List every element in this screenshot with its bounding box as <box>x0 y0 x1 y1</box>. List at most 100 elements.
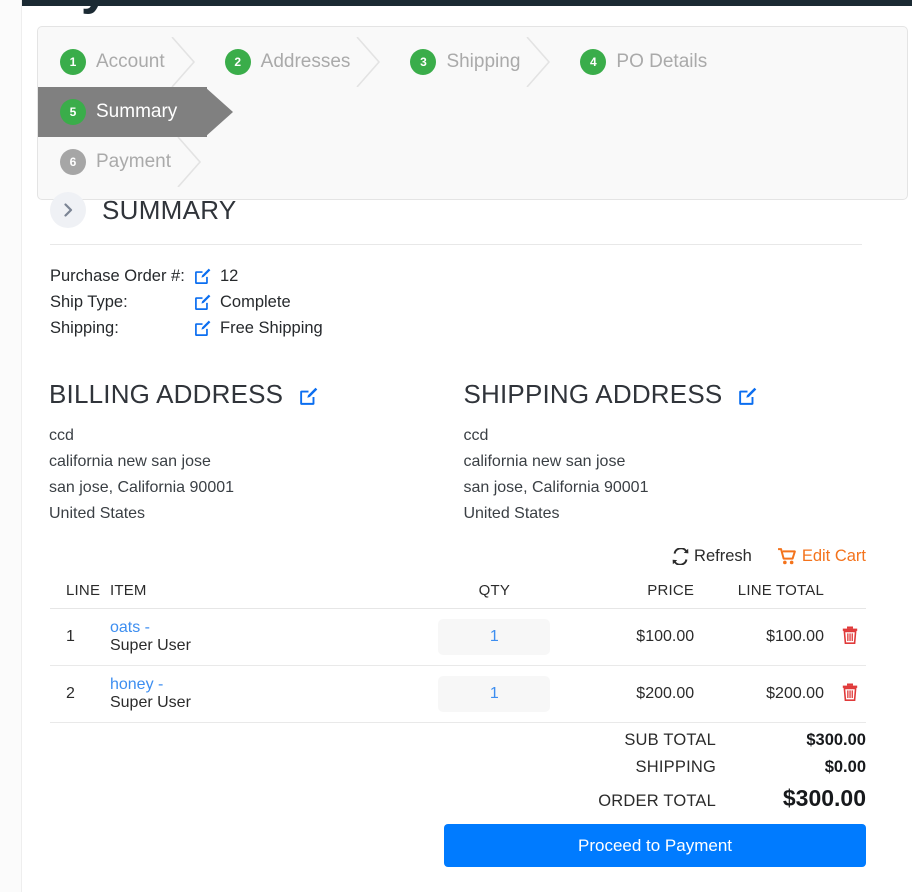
billing-address-lines: ccd california new san jose san jose, Ca… <box>49 423 462 527</box>
shipping-total-label: SHIPPING <box>635 758 716 776</box>
wizard-step-shipping[interactable]: 3 Shipping <box>388 37 554 87</box>
step-active-right-arrow-icon <box>205 87 235 137</box>
quantity-input[interactable]: 1 <box>438 619 551 655</box>
cell-line-number: 1 <box>50 608 110 666</box>
step-label-addresses: Addresses <box>260 51 351 72</box>
total-row-sub-total: SUB TOTAL $300.00 <box>0 731 866 750</box>
cell-qty: 1 <box>419 608 570 666</box>
sub-total-value: $300.00 <box>806 731 866 749</box>
edit-icon[interactable] <box>194 294 211 311</box>
trash-icon[interactable] <box>842 683 858 701</box>
table-row: 1 oats - Super User 1 $100.00 $100.00 <box>50 608 866 666</box>
detail-value-ship-type: Complete <box>194 289 291 315</box>
billing-address-header: BILLING ADDRESS <box>49 379 462 410</box>
proceed-to-payment-button[interactable]: Proceed to Payment <box>444 824 866 867</box>
edit-icon[interactable] <box>738 383 757 406</box>
edit-cart-label: Edit Cart <box>801 547 866 565</box>
addresses-section: BILLING ADDRESS ccd california new san j… <box>0 379 912 527</box>
detail-row-shipping: Shipping: Free Shipping <box>50 315 912 341</box>
detail-row-ship-type: Ship Type: Complete <box>50 289 912 315</box>
billing-address-line-3: san jose, California 90001 <box>49 479 235 496</box>
cell-delete <box>823 665 866 723</box>
detail-value-shipping: Free Shipping <box>194 315 323 341</box>
checkout-page: My Awesome Store 1 Account 2 Addresses 3… <box>0 0 912 892</box>
cell-price: $200.00 <box>569 665 695 723</box>
total-row-order-total: ORDER TOTAL $300.00 <box>0 785 866 812</box>
shipping-total-value: $0.00 <box>824 758 866 776</box>
detail-label-shipping: Shipping: <box>50 319 119 337</box>
trash-icon[interactable] <box>842 626 858 644</box>
column-header-price: PRICE <box>569 574 695 609</box>
cart-table: LINE ITEM QTY PRICE LINE TOTAL 1 oats - … <box>50 574 866 723</box>
column-header-qty: QTY <box>419 574 570 609</box>
column-header-line: LINE <box>50 574 110 609</box>
purchase-details: Purchase Order #: 12 Ship Type: Complete <box>50 263 912 341</box>
order-total-label: ORDER TOTAL <box>598 792 716 810</box>
item-link[interactable]: oats - <box>110 619 419 637</box>
page-title: SUMMARY <box>102 194 237 225</box>
shipping-address-title: SHIPPING ADDRESS <box>463 379 723 409</box>
column-header-item: ITEM <box>109 574 420 609</box>
wizard-step-account[interactable]: 1 Account <box>38 37 199 87</box>
wizard-step-summary[interactable]: 5 Summary <box>38 87 234 137</box>
order-total-value: $300.00 <box>782 785 866 811</box>
total-row-shipping: SHIPPING $0.00 <box>0 758 866 777</box>
step-badge-1: 1 <box>60 49 86 75</box>
step-chevron-divider-icon <box>170 37 200 87</box>
item-link[interactable]: honey - <box>110 676 419 694</box>
cart-table-header-row: LINE ITEM QTY PRICE LINE TOTAL <box>50 574 866 609</box>
edit-icon[interactable] <box>299 383 318 406</box>
step-active-left-notch-icon <box>38 87 39 137</box>
edit-icon[interactable] <box>194 268 211 285</box>
step-badge-2: 2 <box>224 49 251 75</box>
detail-label-purchase-order: Purchase Order #: <box>50 267 185 285</box>
sub-total-label: SUB TOTAL <box>624 731 716 749</box>
summary-section: SUMMARY Purchase Order #: 12 Ship Type: <box>0 160 912 867</box>
detail-row-purchase-order: Purchase Order #: 12 <box>50 263 912 289</box>
detail-text-purchase-order: 12 <box>220 267 239 285</box>
shipping-address-line-4: United States <box>463 505 560 522</box>
shipping-address-lines: ccd california new san jose san jose, Ca… <box>463 423 876 527</box>
shipping-address-header: SHIPPING ADDRESS <box>463 379 876 410</box>
step-badge-5: 5 <box>60 99 86 125</box>
shipping-address-line-3: san jose, California 90001 <box>463 479 649 496</box>
billing-address-line-2: california new san jose <box>49 453 211 470</box>
billing-address-title: BILLING ADDRESS <box>49 379 284 409</box>
shipping-address-line-1: ccd <box>463 427 489 444</box>
step-label-summary: Summary <box>96 101 178 122</box>
step-label-shipping: Shipping <box>446 51 521 72</box>
cell-item: honey - Super User <box>109 665 420 723</box>
wizard-steps-row-1: 1 Account 2 Addresses 3 Shipping 4 PO De… <box>38 37 907 137</box>
wizard-step-addresses[interactable]: 2 Addresses <box>203 37 385 87</box>
step-label-po-details: PO Details <box>616 51 708 72</box>
column-header-actions <box>823 574 866 609</box>
billing-address-line-4: United States <box>49 505 146 522</box>
summary-header: SUMMARY <box>50 192 912 228</box>
shipping-address-line-2: california new san jose <box>463 453 626 470</box>
summary-divider <box>50 244 862 245</box>
edit-cart-button[interactable]: Edit Cart <box>777 547 866 566</box>
shopping-cart-icon <box>777 548 797 565</box>
cart-table-body: 1 oats - Super User 1 $100.00 $100.00 2 … <box>50 608 866 723</box>
step-chevron-divider-icon <box>355 37 385 87</box>
step-chevron-divider-icon <box>525 37 555 87</box>
table-row: 2 honey - Super User 1 $200.00 $200.00 <box>50 665 866 723</box>
store-title: My Awesome Store <box>38 0 504 16</box>
item-subtitle: Super User <box>109 637 191 654</box>
item-subtitle: Super User <box>109 694 191 711</box>
cell-line-total: $100.00 <box>694 608 824 666</box>
refresh-button[interactable]: Refresh <box>672 547 752 566</box>
edit-icon[interactable] <box>194 320 211 337</box>
chevron-right-icon[interactable] <box>50 192 86 228</box>
detail-text-ship-type: Complete <box>220 293 291 311</box>
wizard-step-po-details[interactable]: 4 PO Details <box>558 37 741 87</box>
detail-value-purchase-order: 12 <box>194 263 238 289</box>
order-totals: SUB TOTAL $300.00 SHIPPING $0.00 ORDER T… <box>0 731 866 812</box>
billing-address-line-1: ccd <box>49 427 74 444</box>
step-badge-4: 4 <box>580 49 607 75</box>
quantity-input[interactable]: 1 <box>438 676 551 712</box>
step-label-account: Account <box>96 51 165 72</box>
cell-item: oats - Super User <box>109 608 420 666</box>
cart-toolbar: Refresh Edit Cart <box>0 547 866 566</box>
cell-line-total: $200.00 <box>694 665 824 723</box>
